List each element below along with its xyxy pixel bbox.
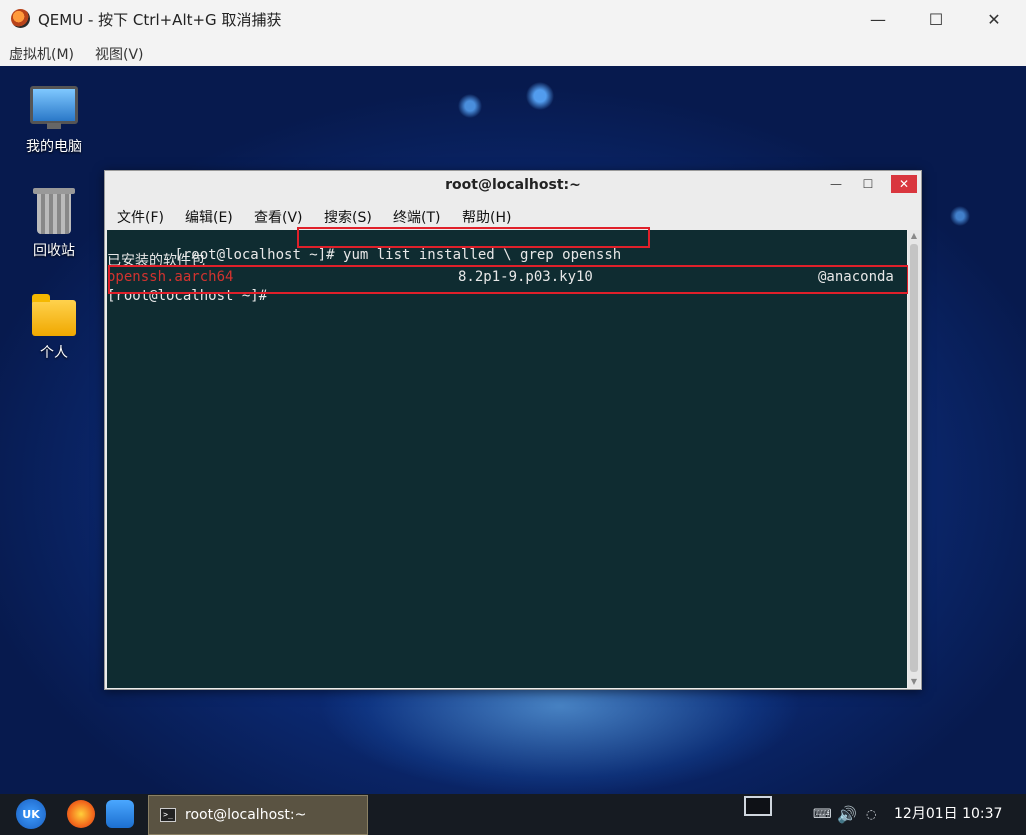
terminal-title: root@localhost:~: [445, 177, 581, 193]
taskbar-terminal-task[interactable]: >_ root@localhost:~: [148, 795, 368, 835]
task-label: root@localhost:~: [185, 807, 307, 823]
taskbar: UK >_ root@localhost:~ ⌨ 🔊 ◌ 12月01日 10:3…: [0, 794, 1026, 835]
qemu-titlebar: QEMU - 按下 Ctrl+Alt+G 取消捕获 — ☐ ✕: [0, 0, 1026, 38]
desktop-icon-label: 个人: [40, 345, 68, 361]
desktop-icon-home[interactable]: 个人: [14, 294, 94, 362]
terminal-window: root@localhost:~ — ☐ ✕ 文件(F) 编辑(E) 查看(V)…: [104, 170, 922, 690]
result-highlight-box: [108, 265, 909, 294]
terminal-output[interactable]: [root@localhost ~]# yum list installed \…: [107, 227, 909, 688]
scroll-thumb[interactable]: [910, 244, 918, 672]
terminal-icon: >_: [160, 808, 176, 822]
host-maximize-button[interactable]: ☐: [907, 0, 965, 38]
guest-desktop: 我的电脑 回收站 个人 root@localhost:~ — ☐ ✕ 文件(F)…: [0, 66, 1026, 794]
computer-icon: [30, 86, 78, 129]
scroll-up-icon[interactable]: ▲: [908, 230, 920, 242]
menu-search[interactable]: 搜索(S): [324, 207, 372, 227]
desktop-icon-computer[interactable]: 我的电脑: [14, 86, 94, 156]
menu-vm[interactable]: 虚拟机(M): [9, 44, 74, 64]
menu-edit[interactable]: 编辑(E): [185, 207, 233, 227]
scroll-down-icon[interactable]: ▼: [908, 676, 920, 688]
show-desktop-icon[interactable]: [744, 796, 772, 816]
menu-help[interactable]: 帮助(H): [462, 207, 511, 227]
volume-icon[interactable]: 🔊: [837, 794, 857, 835]
host-close-button[interactable]: ✕: [965, 0, 1023, 38]
trash-icon: [33, 188, 75, 234]
network-icon[interactable]: ◌: [866, 794, 876, 835]
terminal-scrollbar[interactable]: ▲ ▼: [908, 230, 920, 688]
keyboard-icon[interactable]: ⌨: [813, 794, 832, 835]
command-text: yum list installed \ grep openssh: [334, 247, 622, 263]
terminal-menubar: 文件(F) 编辑(E) 查看(V) 搜索(S) 终端(T) 帮助(H): [105, 201, 921, 227]
menu-view[interactable]: 视图(V): [95, 44, 144, 64]
desktop-icon-label: 回收站: [33, 243, 75, 259]
home-folder-icon: [32, 294, 76, 336]
browser-icon[interactable]: [67, 800, 95, 828]
start-menu-button[interactable]: UK: [16, 799, 46, 829]
menu-terminal[interactable]: 终端(T): [393, 207, 440, 227]
desktop-icon-label: 我的电脑: [26, 139, 82, 155]
menu-file[interactable]: 文件(F): [117, 207, 164, 227]
terminal-minimize-button[interactable]: —: [825, 175, 847, 193]
file-manager-icon[interactable]: [106, 800, 134, 828]
desktop-icon-trash[interactable]: 回收站: [14, 188, 94, 260]
terminal-maximize-button[interactable]: ☐: [857, 175, 879, 193]
qemu-menubar: 虚拟机(M) 视图(V): [0, 38, 1026, 66]
terminal-close-button[interactable]: ✕: [891, 175, 917, 193]
command-highlight-box: [297, 227, 650, 248]
qemu-logo-icon: [11, 9, 30, 28]
qemu-window-title: QEMU - 按下 Ctrl+Alt+G 取消捕获: [38, 11, 282, 29]
menu-view[interactable]: 查看(V): [254, 207, 303, 227]
host-minimize-button[interactable]: —: [849, 0, 907, 38]
clock[interactable]: 12月01日 10:37: [894, 794, 1002, 835]
